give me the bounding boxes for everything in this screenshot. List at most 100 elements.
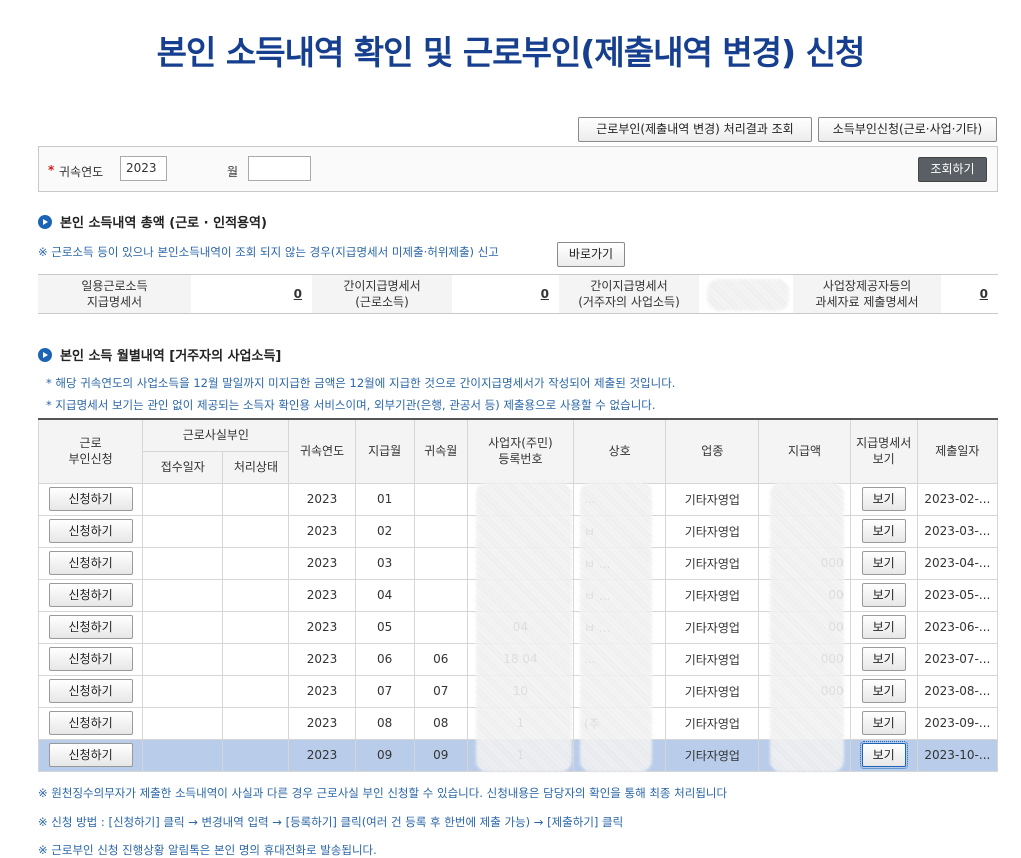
apply-cell: 신청하기 <box>37 706 144 740</box>
attr-month-cell <box>413 546 468 580</box>
col-biz-no: 사업자(주민) 등록번호 <box>466 418 575 484</box>
receipt-date-cell <box>142 610 224 644</box>
receipt-date-cell <box>142 578 224 612</box>
attr-month-cell <box>413 578 468 612</box>
pay-month-cell: 05 <box>354 610 415 644</box>
apply-button[interactable]: 신청하기 <box>48 743 133 767</box>
company-cell <box>573 674 667 708</box>
submit-date-cell: 2023-09-... <box>916 706 999 740</box>
summary-label-simple-business: 간이지급명세서 (거주자의 사업소득) <box>559 275 699 313</box>
table-row: 신청하기 2023 06 06 18 04... 기타자영업 000 보기 2023-07-..… <box>37 642 999 676</box>
statement-cell: 보기 <box>849 642 918 676</box>
apply-button[interactable]: 신청하기 <box>48 519 133 543</box>
apply-button[interactable]: 신청하기 <box>48 615 133 639</box>
process-status-cell <box>222 514 290 548</box>
receipt-date-cell <box>142 514 224 548</box>
monthly-note-2: * 지급명세서 보기는 관인 없이 제공되는 소득자 확인용 서비스이며, 외부… <box>46 398 656 412</box>
statement-cell: 보기 <box>849 546 918 580</box>
industry-cell: 기타자영업 <box>665 738 760 772</box>
result-query-button[interactable]: 근로부인(제출내역 변경) 처리결과 조회 <box>578 117 812 142</box>
footnote-2: ※ 신청 방법 : [신청하기] 클릭 → 변경내역 입력 → [등록하기] 클… <box>38 815 624 829</box>
company-cell: ... <box>573 642 667 676</box>
month-label: 월 <box>227 165 239 179</box>
receipt-date-cell <box>142 738 224 772</box>
view-statement-button[interactable]: 보기 <box>861 647 906 671</box>
apply-button[interactable]: 신청하기 <box>48 679 133 703</box>
amount-cell: 000 <box>758 546 851 580</box>
amount-cell: 00 <box>758 578 851 612</box>
apply-button[interactable]: 신청하기 <box>48 583 133 607</box>
year-cell: 2023 <box>288 642 356 676</box>
process-status-cell <box>222 674 290 708</box>
summary-table: 일용근로소득 지급명세서 0 간이지급명세서 (근로소득) 0 간이지급명세서 … <box>38 274 998 314</box>
apply-cell: 신청하기 <box>37 738 144 772</box>
summary-heading: 본인 소득내역 총액 (근로 · 인적용역) <box>38 212 267 231</box>
biz-no-cell <box>466 514 575 548</box>
company-cell: ... <box>573 482 667 516</box>
col-process-status: 처리상태 <box>222 450 290 484</box>
apply-button[interactable]: 신청하기 <box>48 551 133 575</box>
col-submit-date: 제출일자 <box>916 418 999 484</box>
view-statement-button[interactable]: 보기 <box>861 583 906 607</box>
table-row: 신청하기 2023 05 04 ㅂ ... 기타자영업 00 보기 2023-06-... <box>37 610 999 644</box>
view-statement-button[interactable]: 보기 <box>861 551 906 575</box>
attr-month-cell: 09 <box>413 738 468 772</box>
attr-month-cell: 07 <box>413 674 468 708</box>
view-statement-button[interactable]: 보기 <box>861 679 906 703</box>
summary-value-daily[interactable]: 0 <box>191 275 312 313</box>
company-cell: ㅂ ... <box>573 610 667 644</box>
month-input[interactable] <box>248 156 311 181</box>
process-status-cell <box>222 578 290 612</box>
company-cell: ㅂ ... <box>573 578 667 612</box>
view-statement-button[interactable]: 보기 <box>861 519 906 543</box>
query-button[interactable]: 조회하기 <box>918 157 987 182</box>
col-amount: 지급액 <box>758 418 851 484</box>
summary-label-daily: 일용근로소득 지급명세서 <box>38 275 191 313</box>
submit-date-cell: 2023-08-... <box>916 674 999 708</box>
apply-cell: 신청하기 <box>37 514 144 548</box>
amount-cell <box>758 706 851 740</box>
pay-month-cell: 01 <box>354 482 415 516</box>
amount-cell <box>758 738 851 772</box>
submit-date-cell: 2023-05-... <box>916 578 999 612</box>
view-statement-button[interactable]: 보기 <box>859 741 908 769</box>
year-input[interactable]: 2023 <box>120 156 167 181</box>
apply-button[interactable]: 신청하기 <box>48 647 133 671</box>
attr-month-cell <box>413 482 468 516</box>
attr-month-cell <box>413 610 468 644</box>
submit-date-cell: 2023-04-... <box>916 546 999 580</box>
statement-cell: 보기 <box>849 578 918 612</box>
col-fact-deny: 근로사실부인 <box>142 418 290 452</box>
industry-cell: 기타자영업 <box>665 674 760 708</box>
summary-value-platform[interactable]: 0 <box>941 275 998 313</box>
summary-value-simple-labor[interactable]: 0 <box>452 275 559 313</box>
apply-cell: 신청하기 <box>37 674 144 708</box>
process-status-cell <box>222 610 290 644</box>
arrow-circle-icon <box>38 214 52 229</box>
income-deny-request-button[interactable]: 소득부인신청(근로·사업·기타) <box>818 117 997 142</box>
biz-no-cell: 1 <box>466 738 575 772</box>
amount-cell <box>758 514 851 548</box>
industry-cell: 기타자영업 <box>665 514 760 548</box>
apply-button[interactable]: 신청하기 <box>48 487 133 511</box>
view-statement-button[interactable]: 보기 <box>861 711 906 735</box>
receipt-date-cell <box>142 642 224 676</box>
view-statement-button[interactable]: 보기 <box>861 615 906 639</box>
table-row: 신청하기 2023 08 08 1 (주 기타자영업 보기 2023-09-... <box>37 706 999 740</box>
apply-button[interactable]: 신청하기 <box>48 711 133 735</box>
process-status-cell <box>222 738 290 772</box>
table-row: 신청하기 2023 03 ㅂ ... 기타자영업 000 보기 2023-04-... <box>37 546 999 580</box>
summary-value-simple-business[interactable] <box>699 275 793 313</box>
biz-no-cell <box>466 578 575 612</box>
statement-cell: 보기 <box>849 514 918 548</box>
year-cell: 2023 <box>288 610 356 644</box>
process-status-cell <box>222 642 290 676</box>
footnote-1: ※ 원천징수의무자가 제출한 소득내역이 사실과 다른 경우 근로사실 부인 신… <box>38 786 728 800</box>
industry-cell: 기타자영업 <box>665 610 760 644</box>
view-statement-button[interactable]: 보기 <box>861 487 906 511</box>
process-status-cell <box>222 546 290 580</box>
biz-no-cell <box>466 482 575 516</box>
pay-month-cell: 03 <box>354 546 415 580</box>
goto-button[interactable]: 바로가기 <box>557 242 625 267</box>
apply-cell: 신청하기 <box>37 578 144 612</box>
